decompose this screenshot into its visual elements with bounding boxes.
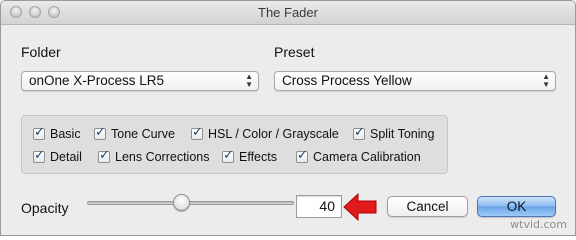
checkbox-icon: ✓ (353, 124, 365, 140)
checkmark-icon: ✓ (192, 124, 203, 139)
checkbox-icon: ✓ (222, 147, 234, 163)
select-arrows-icon: ▲ ▼ (542, 72, 550, 89)
checkbox-effects[interactable]: ✓ Effects (222, 147, 277, 165)
folder-select-value: onOne X-Process LR5 (29, 73, 165, 88)
window-title: The Fader (258, 5, 318, 20)
folder-select[interactable]: onOne X-Process LR5 ▲ ▼ (21, 71, 259, 91)
checkmark-icon: ✓ (34, 124, 45, 139)
settings-group (21, 115, 448, 174)
checkbox-camera-calibration[interactable]: ✓ Camera Calibration (296, 147, 421, 165)
folder-label: Folder (21, 44, 61, 60)
checkbox-basic[interactable]: ✓ Basic (33, 124, 81, 142)
checkmark-icon: ✓ (95, 124, 106, 139)
checkbox-label: Lens Corrections (115, 150, 210, 164)
checkbox-hsl-color-grayscale[interactable]: ✓ HSL / Color / Grayscale (191, 124, 339, 142)
checkmark-icon: ✓ (34, 147, 45, 162)
preset-label: Preset (274, 44, 315, 60)
red-arrow-icon (343, 192, 377, 222)
checkmark-icon: ✓ (99, 147, 110, 162)
opacity-slider-thumb[interactable] (172, 194, 190, 211)
checkbox-label: HSL / Color / Grayscale (208, 127, 339, 141)
checkbox-label: Tone Curve (111, 127, 175, 141)
checkbox-icon: ✓ (33, 124, 45, 140)
checkbox-label: Effects (239, 150, 277, 164)
opacity-value-field[interactable]: 40 (296, 195, 342, 218)
checkbox-icon: ✓ (98, 147, 110, 163)
opacity-slider-track[interactable] (87, 201, 294, 205)
checkbox-label: Camera Calibration (313, 150, 421, 164)
opacity-label: Opacity (21, 200, 69, 216)
checkbox-icon: ✓ (191, 124, 203, 140)
checkbox-icon: ✓ (94, 124, 106, 140)
checkbox-lens-corrections[interactable]: ✓ Lens Corrections (98, 147, 210, 165)
checkbox-detail[interactable]: ✓ Detail (33, 147, 82, 165)
watermark-text: wtvid.com (510, 218, 567, 231)
checkbox-split-toning[interactable]: ✓ Split Toning (353, 124, 435, 142)
preset-select[interactable]: Cross Process Yellow ▲ ▼ (274, 71, 556, 91)
checkbox-label: Detail (50, 150, 82, 164)
preset-select-value: Cross Process Yellow (282, 73, 412, 88)
fader-dialog: The Fader Folder onOne X-Process LR5 ▲ ▼ … (0, 0, 576, 236)
ok-button[interactable]: OK (477, 196, 556, 217)
checkbox-icon: ✓ (296, 147, 308, 163)
checkmark-icon: ✓ (223, 147, 234, 162)
checkbox-label: Split Toning (370, 127, 435, 141)
checkbox-label: Basic (50, 127, 81, 141)
cancel-button[interactable]: Cancel (387, 196, 468, 217)
title-bar: The Fader (1, 1, 575, 25)
checkmark-icon: ✓ (297, 147, 308, 162)
select-arrows-icon: ▲ ▼ (245, 72, 253, 89)
checkmark-icon: ✓ (354, 124, 365, 139)
checkbox-tone-curve[interactable]: ✓ Tone Curve (94, 124, 175, 142)
checkbox-icon: ✓ (33, 147, 45, 163)
